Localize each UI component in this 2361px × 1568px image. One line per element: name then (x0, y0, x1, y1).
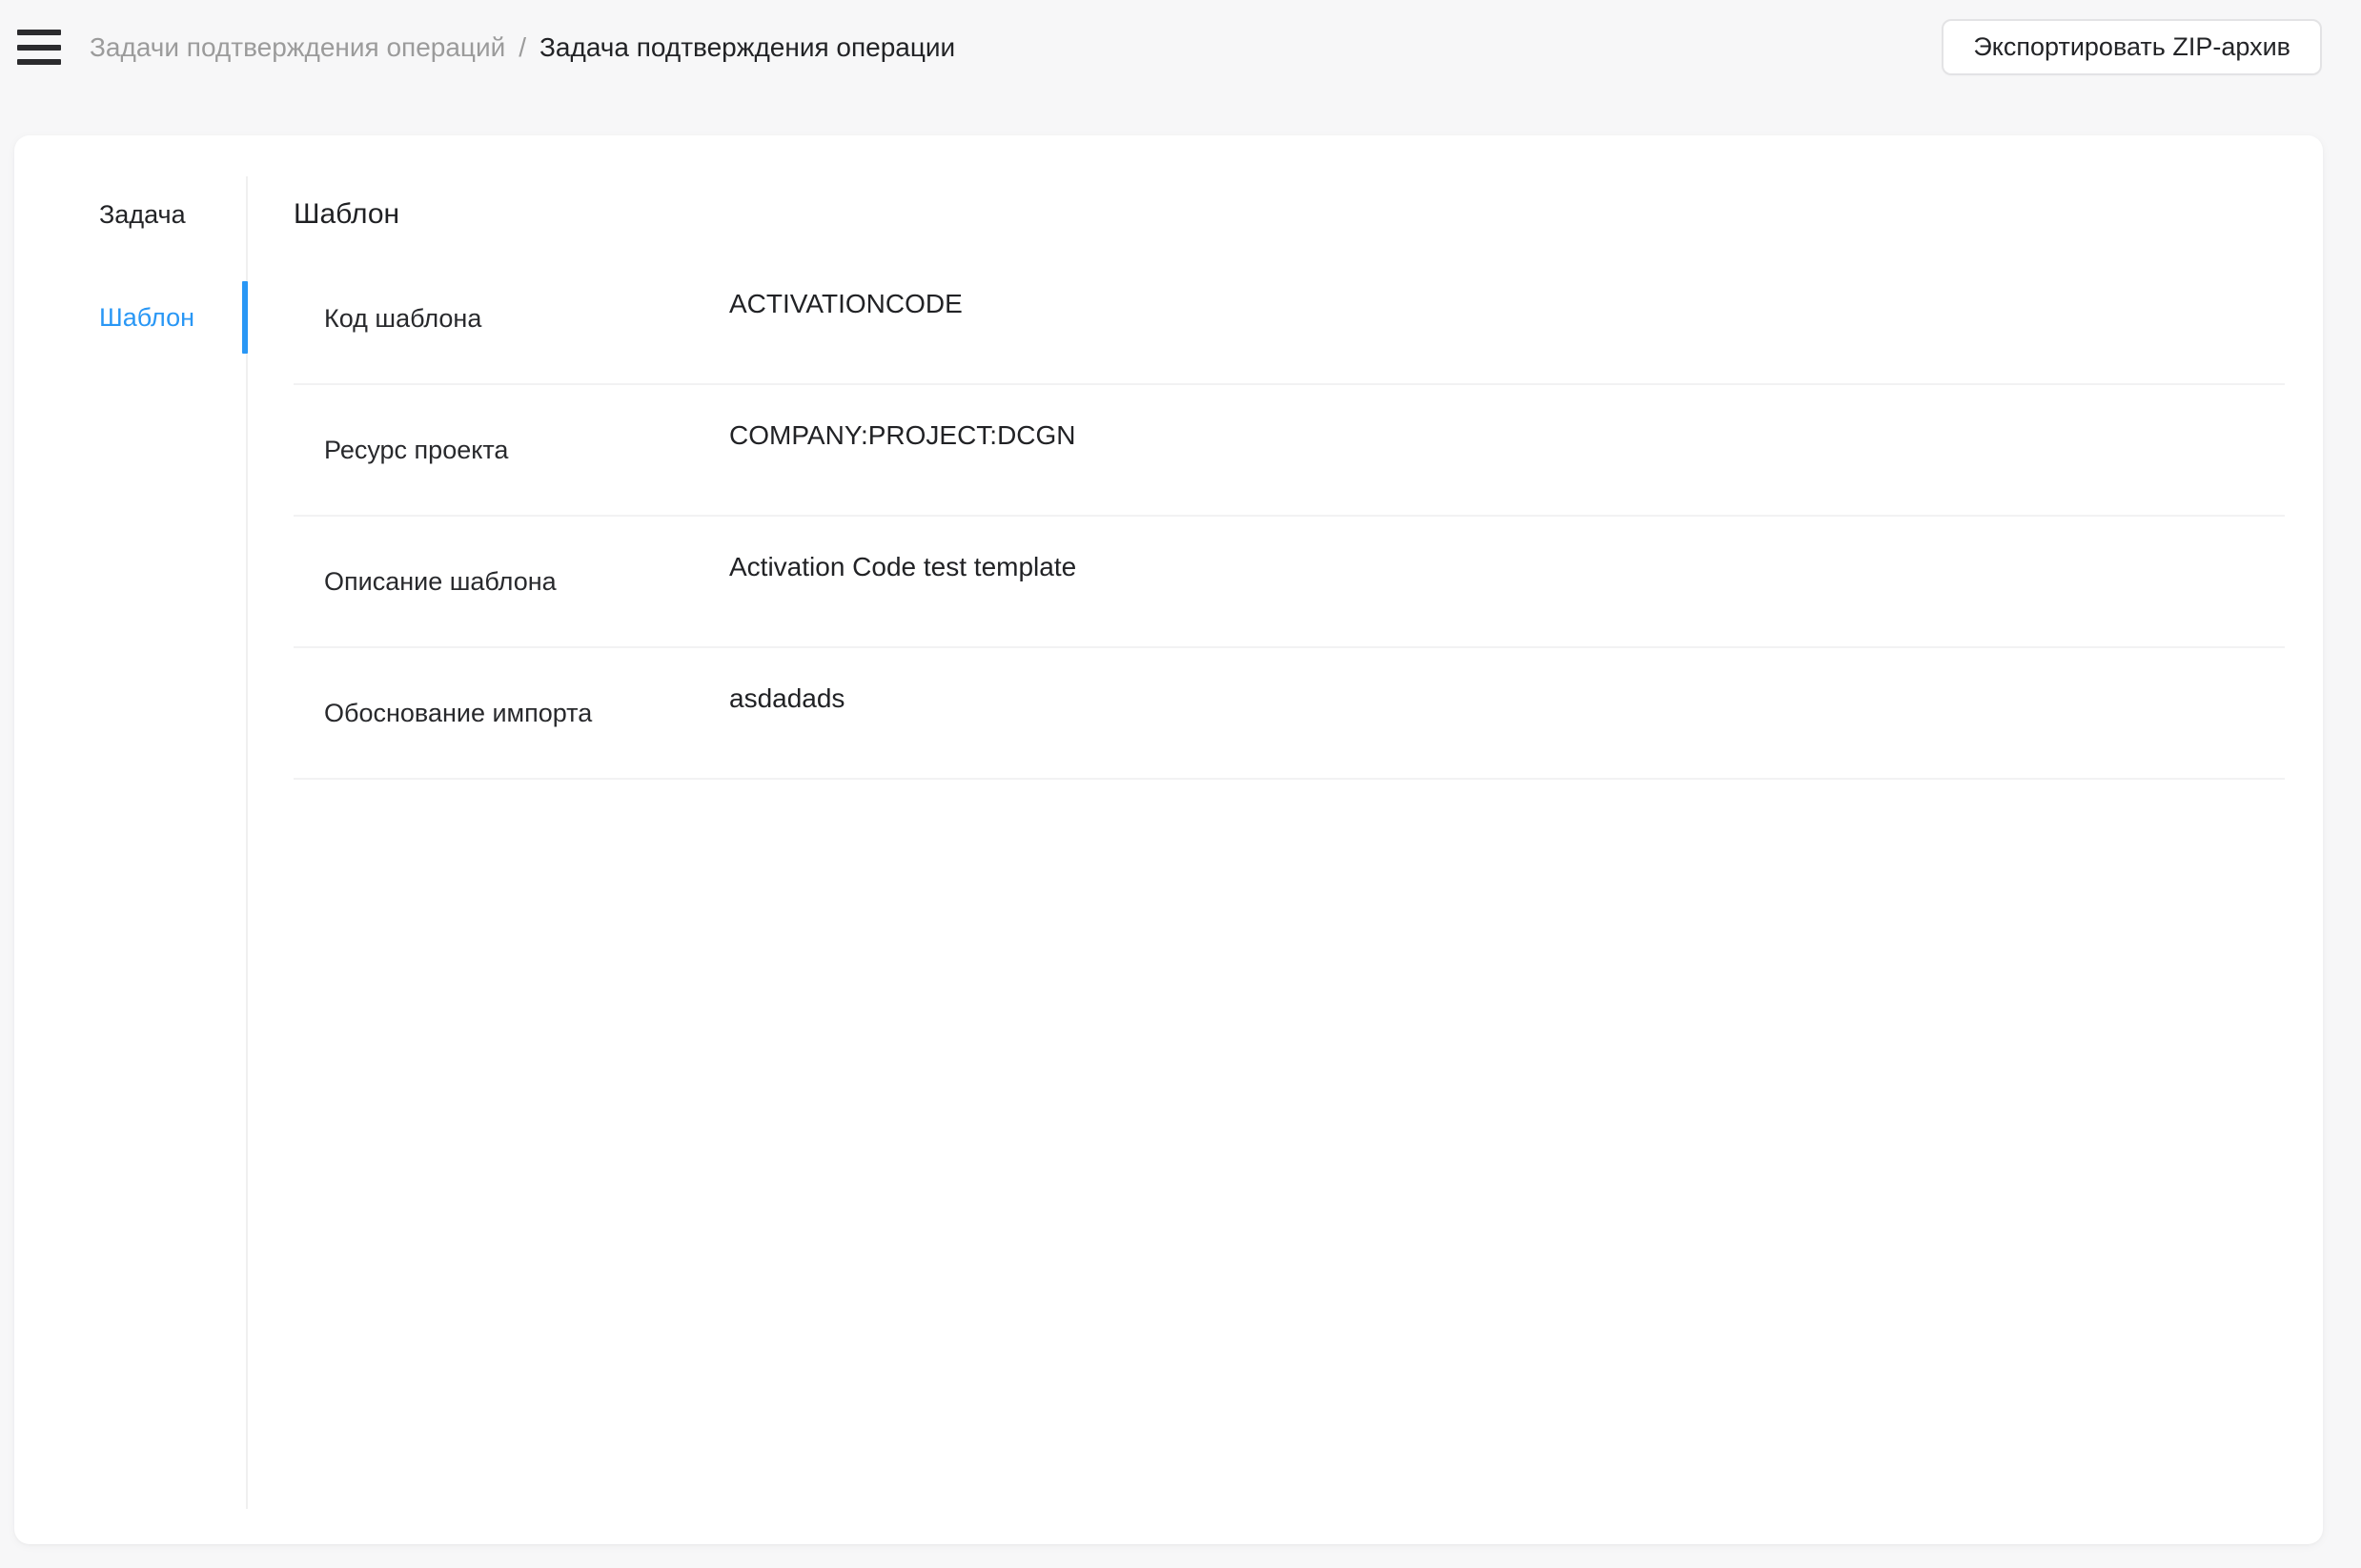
sidebar-tab-label: Шаблон (99, 303, 194, 333)
section-title: Шаблон (294, 196, 2285, 233)
field-row: Описание шаблонаActivation Code test tem… (294, 517, 2285, 648)
breadcrumb: Задачи подтверждения операций / Задача п… (90, 32, 955, 63)
field-label: Описание шаблона (294, 567, 729, 597)
hamburger-menu-icon[interactable] (17, 30, 61, 65)
sidebar: Задача Шаблон (14, 135, 248, 1544)
task-detail-card: Задача Шаблон Шаблон Код шаблонаACTIVATIO… (14, 135, 2323, 1544)
field-value: Activation Code test template (729, 552, 2285, 582)
fields-list: Код шаблонаACTIVATIONCODEРесурс проектаC… (294, 254, 2285, 780)
field-row: Код шаблонаACTIVATIONCODE (294, 254, 2285, 385)
template-section: Шаблон Код шаблонаACTIVATIONCODEРесурс п… (248, 135, 2323, 1544)
field-value: ACTIVATIONCODE (729, 289, 2285, 319)
sidebar-tab-1[interactable]: Задача (14, 178, 246, 251)
active-tab-indicator (242, 281, 248, 354)
breadcrumb-separator: / (519, 32, 526, 63)
field-label: Ресурс проекта (294, 436, 729, 465)
sidebar-tab-2[interactable]: Шаблон (14, 281, 246, 354)
field-label: Обоснование импорта (294, 699, 729, 728)
field-value: asdadads (729, 683, 2285, 714)
hamburger-bar (17, 45, 61, 51)
tab-nav: Задача Шаблон (14, 176, 248, 1509)
export-zip-button[interactable]: Экспортировать ZIP-архив (1942, 19, 2322, 75)
topbar: Задачи подтверждения операций / Задача п… (0, 0, 2361, 94)
field-label: Код шаблона (294, 304, 729, 334)
field-row: Обоснование импортаasdadads (294, 648, 2285, 780)
hamburger-bar (17, 30, 61, 35)
field-row: Ресурс проектаCOMPANY:PROJECT:DCGN (294, 385, 2285, 517)
field-value: COMPANY:PROJECT:DCGN (729, 420, 2285, 451)
breadcrumb-current: Задача подтверждения операции (539, 32, 955, 63)
sidebar-tab-label: Задача (99, 200, 186, 230)
hamburger-bar (17, 59, 61, 65)
breadcrumb-parent-link[interactable]: Задачи подтверждения операций (90, 32, 505, 63)
